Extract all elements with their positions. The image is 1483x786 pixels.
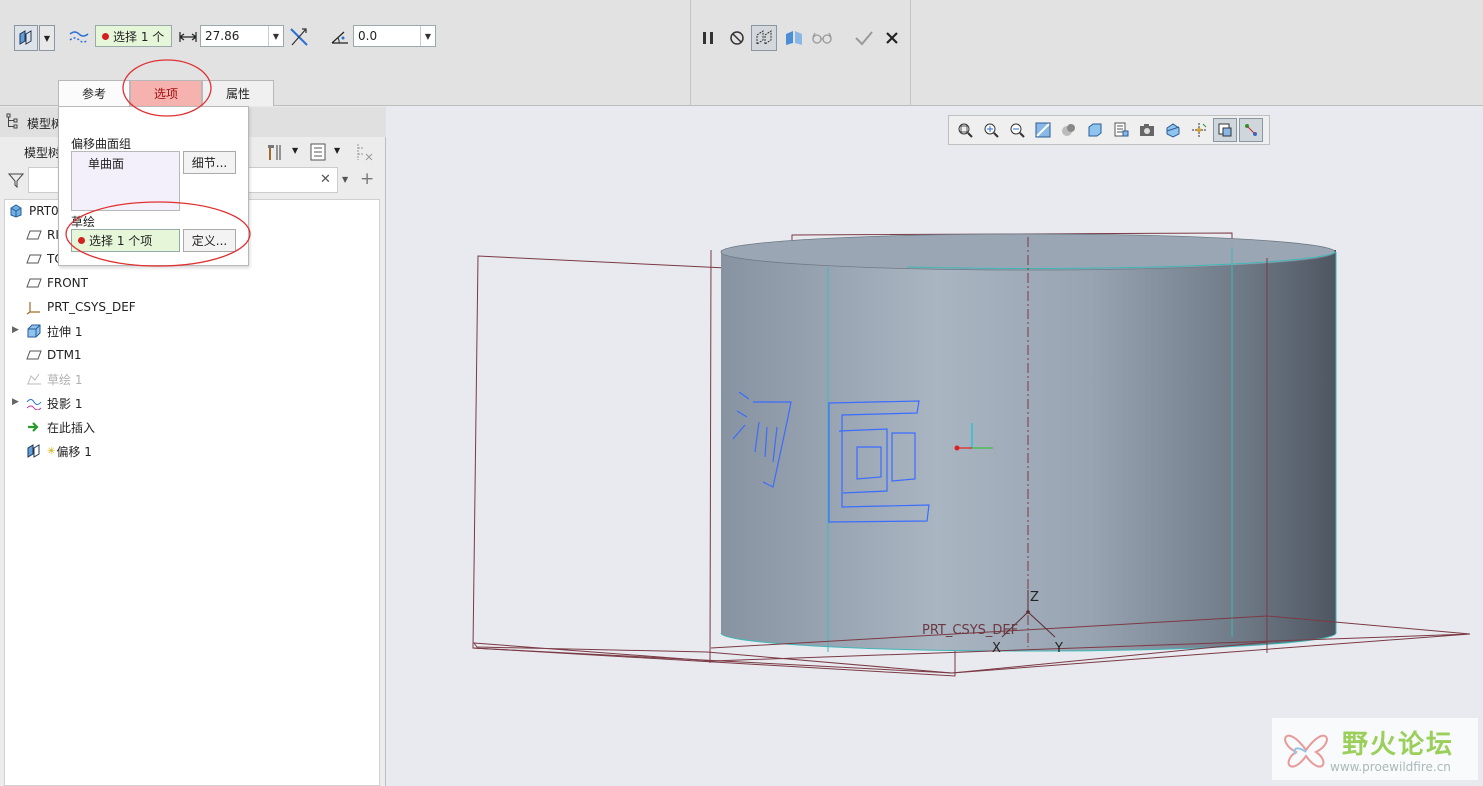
sketch-label: 草绘 [71, 215, 96, 229]
hammer-icon [268, 145, 281, 160]
datum-plane-icon [26, 254, 42, 264]
dashboard-separator [910, 0, 911, 106]
no-preview-icon [730, 31, 744, 45]
verify-button[interactable] [782, 26, 806, 50]
angle-input[interactable]: 0.0 ▼ [353, 25, 436, 47]
model-tree-title: 模型树 [24, 146, 61, 160]
tree-item-sketch[interactable]: 草绘 1 [25, 368, 82, 390]
angle-icon [328, 25, 352, 49]
thickness-icon [176, 25, 200, 49]
expand-project-icon[interactable]: ▶ [12, 397, 19, 407]
pause-icon [703, 32, 713, 44]
filter-icon [8, 173, 24, 188]
insert-here-icon [28, 422, 39, 432]
checkmark-icon [855, 31, 873, 46]
tree-item-dtm1[interactable]: DTM1 [25, 344, 82, 366]
surface-collector[interactable]: 选择 1 个 [95, 25, 172, 47]
details-button[interactable]: 细节... [183, 151, 236, 174]
offset-type-dropdown[interactable]: ▼ [39, 25, 55, 51]
watermark-url: www.proewildfire.cn [1330, 760, 1451, 774]
pause-button[interactable] [696, 26, 720, 50]
flip-direction-button[interactable] [287, 25, 311, 49]
sketch-collector[interactable]: 选择 1 个项 [71, 229, 180, 252]
axis-z-label: Z [1030, 590, 1039, 605]
tab-options[interactable]: 选项 [130, 80, 202, 106]
part-icon [10, 204, 22, 218]
close-icon [886, 32, 898, 44]
offset-group-label: 偏移曲面组 [71, 137, 132, 151]
surface-group-list[interactable]: 单曲面 [71, 151, 180, 211]
no-preview-button[interactable] [725, 26, 749, 50]
verify-icon [786, 31, 802, 45]
add-filter-icon[interactable]: + [360, 169, 374, 189]
tab-references[interactable]: 参考 [58, 80, 130, 106]
flip-direction-icon [290, 28, 308, 46]
datum-plane-icon [26, 350, 42, 360]
model-viewport[interactable]: Z PRT_CSYS_DEF X Y [387, 107, 1483, 786]
list-icon [310, 143, 326, 161]
glasses-icon [812, 32, 832, 44]
graphics-window[interactable]: Z PRT_CSYS_DEF X Y [387, 107, 1483, 786]
butterfly-logo-icon [1284, 734, 1328, 768]
tree-item-extrude[interactable]: 拉伸 1 [25, 320, 82, 342]
csys-icon [26, 302, 40, 315]
project-icon [26, 399, 42, 410]
offset-type-button[interactable] [14, 25, 38, 51]
tree-item-offset[interactable]: ✳ 偏移 1 [25, 440, 92, 462]
new-feature-star-icon: ✳ [47, 445, 56, 457]
extrude-icon [27, 324, 41, 338]
sketch-icon [27, 373, 41, 385]
tree-item-front[interactable]: FRONT [25, 272, 88, 294]
tree-column-button[interactable] [352, 140, 376, 164]
required-dot-icon [78, 237, 85, 244]
axis-x-label: X [992, 641, 1001, 656]
tree-settings-dropdown[interactable]: ▼ [292, 146, 298, 155]
required-dot-icon [102, 32, 109, 40]
csys-label: PRT_CSYS_DEF [922, 623, 1018, 638]
axis-y-label: Y [1054, 641, 1063, 656]
preview-button[interactable] [751, 25, 777, 51]
filter-dropdown[interactable]: ▼ [342, 175, 348, 184]
forum-watermark: 野火论坛 www.proewildfire.cn [1272, 718, 1478, 780]
model-tree: PRT0 RI TO FRONT PRT_CSYS_DEF ▶ 拉伸 1 DTM… [4, 199, 380, 786]
offset-icon [27, 444, 40, 458]
glasses-button[interactable] [810, 26, 834, 50]
ok-button[interactable] [852, 26, 876, 50]
model-tree-tab-icon [6, 113, 18, 129]
dashboard-separator [690, 0, 691, 106]
angle-dropdown[interactable]: ▼ [420, 26, 435, 46]
tree-item-csys[interactable]: PRT_CSYS_DEF [25, 296, 136, 318]
datum-plane-icon [26, 278, 42, 288]
define-button[interactable]: 定义... [183, 229, 236, 252]
watermark-title: 野火论坛 [1342, 730, 1455, 760]
tree-item-right[interactable]: RI [25, 224, 59, 246]
thickness-dropdown[interactable]: ▼ [268, 26, 283, 46]
tab-properties[interactable]: 属性 [202, 80, 274, 106]
tree-show-button[interactable] [306, 140, 330, 164]
tree-settings-button[interactable] [262, 140, 286, 164]
dashboard-tabs: 参考 选项 属性 [58, 80, 274, 106]
tree-item-part[interactable]: PRT0 [7, 200, 59, 222]
offset-type-icon [19, 30, 32, 45]
datum-plane-icon [26, 230, 42, 240]
cancel-button[interactable] [880, 26, 904, 50]
tree-item-project[interactable]: 投影 1 [25, 392, 82, 414]
surface-collector-icon [67, 25, 91, 49]
preview-icon [756, 30, 772, 45]
tree-show-dropdown[interactable]: ▼ [334, 146, 340, 155]
thickness-input[interactable]: 27.86 ▼ [200, 25, 284, 47]
clear-filter-icon[interactable]: ✕ [320, 172, 331, 187]
column-icon [357, 144, 373, 161]
tree-item-insert-here[interactable]: 在此插入 [25, 416, 95, 438]
list-item[interactable]: 单曲面 [72, 152, 179, 172]
expand-extrude-icon[interactable]: ▶ [12, 325, 19, 335]
offset-dashboard: ▼ 选择 1 个 27.86 ▼ 0.0 ▼ 参考 选项 属性 [0, 0, 1483, 106]
options-panel: 偏移曲面组 单曲面 细节... 草绘 选择 1 个项 定义... [58, 106, 249, 266]
